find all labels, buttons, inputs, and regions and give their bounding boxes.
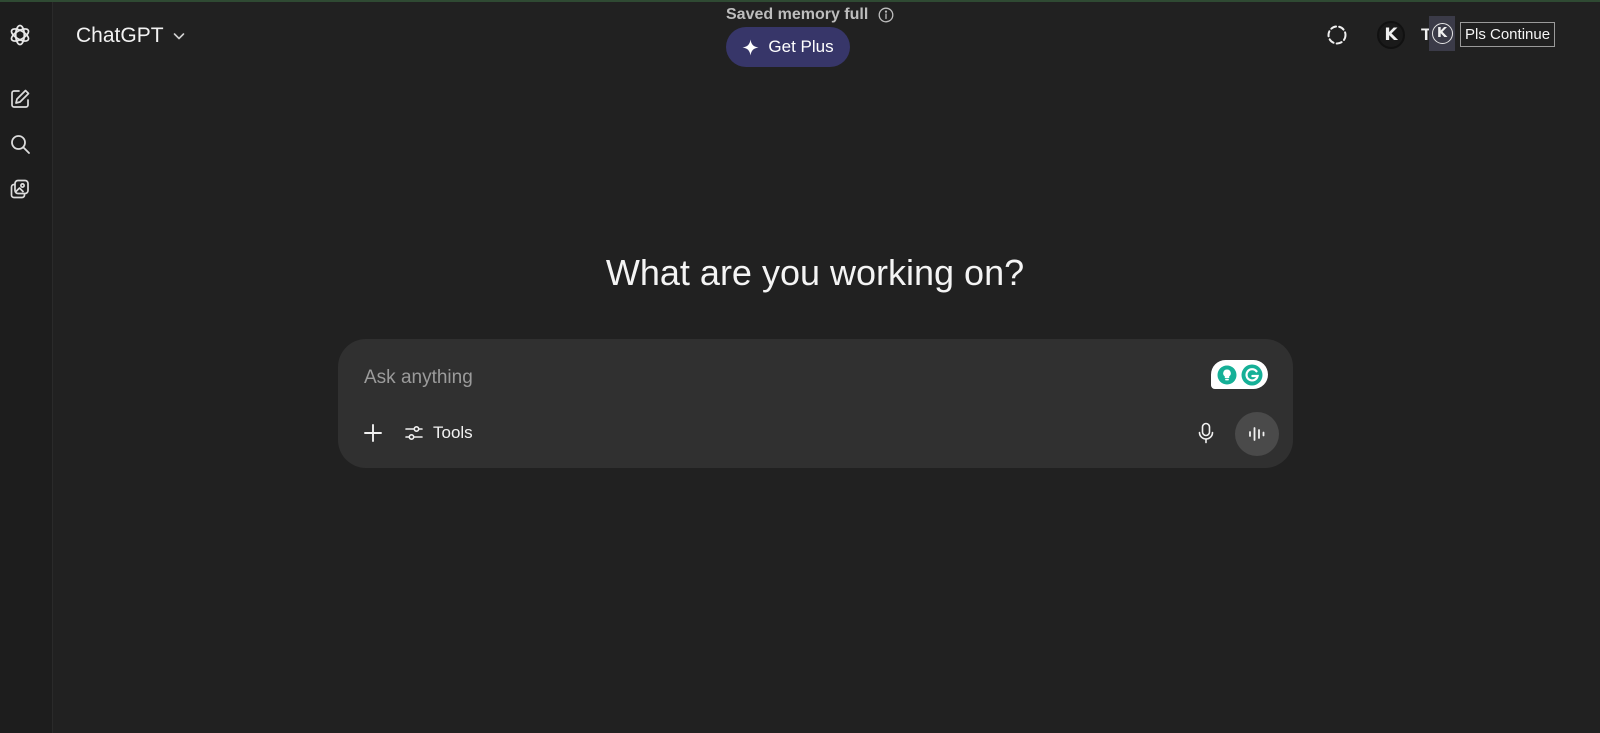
chevron-down-icon <box>173 33 184 40</box>
lightbulb-icon <box>1217 365 1236 384</box>
microphone-icon <box>1198 422 1214 444</box>
sidebar <box>0 2 53 733</box>
tools-sliders-icon <box>405 425 423 441</box>
get-plus-button[interactable]: Get Plus <box>726 27 850 67</box>
new-chat-icon <box>11 89 30 108</box>
add-attachment-button[interactable] <box>360 419 386 447</box>
voice-mode-button[interactable] <box>1235 412 1279 456</box>
openai-logo-button[interactable] <box>6 21 34 49</box>
extension-badge: K <box>1431 23 1453 44</box>
avatar-initial: K <box>1384 25 1398 45</box>
plus-icon <box>364 424 382 442</box>
library-button[interactable] <box>6 175 34 203</box>
grammarly-widget[interactable] <box>1211 360 1268 389</box>
tools-button[interactable]: Tools <box>404 419 473 447</box>
pls-continue-tooltip[interactable]: Pls Continue <box>1460 22 1556 47</box>
window-top-strip <box>0 0 1600 2</box>
model-switcher[interactable]: ChatGPT <box>68 20 194 52</box>
library-icon <box>10 179 29 199</box>
voice-waveform-icon <box>1249 427 1265 441</box>
prompt-input[interactable] <box>362 359 1186 397</box>
new-chat-button[interactable] <box>6 85 34 113</box>
grammarly-icon <box>1241 364 1262 385</box>
info-icon[interactable] <box>878 7 894 23</box>
user-avatar[interactable]: K <box>1377 21 1405 49</box>
temporary-chat-icon <box>1327 25 1347 45</box>
search-chats-button[interactable] <box>6 130 34 158</box>
memory-notice: Saved memory full <box>726 6 894 24</box>
get-plus-label: Get Plus <box>768 37 834 56</box>
search-icon <box>11 135 30 154</box>
temporary-chat-button[interactable] <box>1322 20 1352 50</box>
memory-notice-text: Saved memory full <box>726 6 869 23</box>
page-headline: What are you working on? <box>605 252 1025 293</box>
extension-initial: K <box>1436 26 1448 41</box>
sparkle-icon <box>742 39 759 55</box>
openai-logo-icon <box>10 24 30 46</box>
composer: Tools <box>338 339 1293 468</box>
tools-label: Tools <box>433 423 473 442</box>
model-name: ChatGPT <box>76 24 164 47</box>
dictate-button[interactable] <box>1193 419 1219 447</box>
extension-button[interactable]: K <box>1429 16 1455 51</box>
